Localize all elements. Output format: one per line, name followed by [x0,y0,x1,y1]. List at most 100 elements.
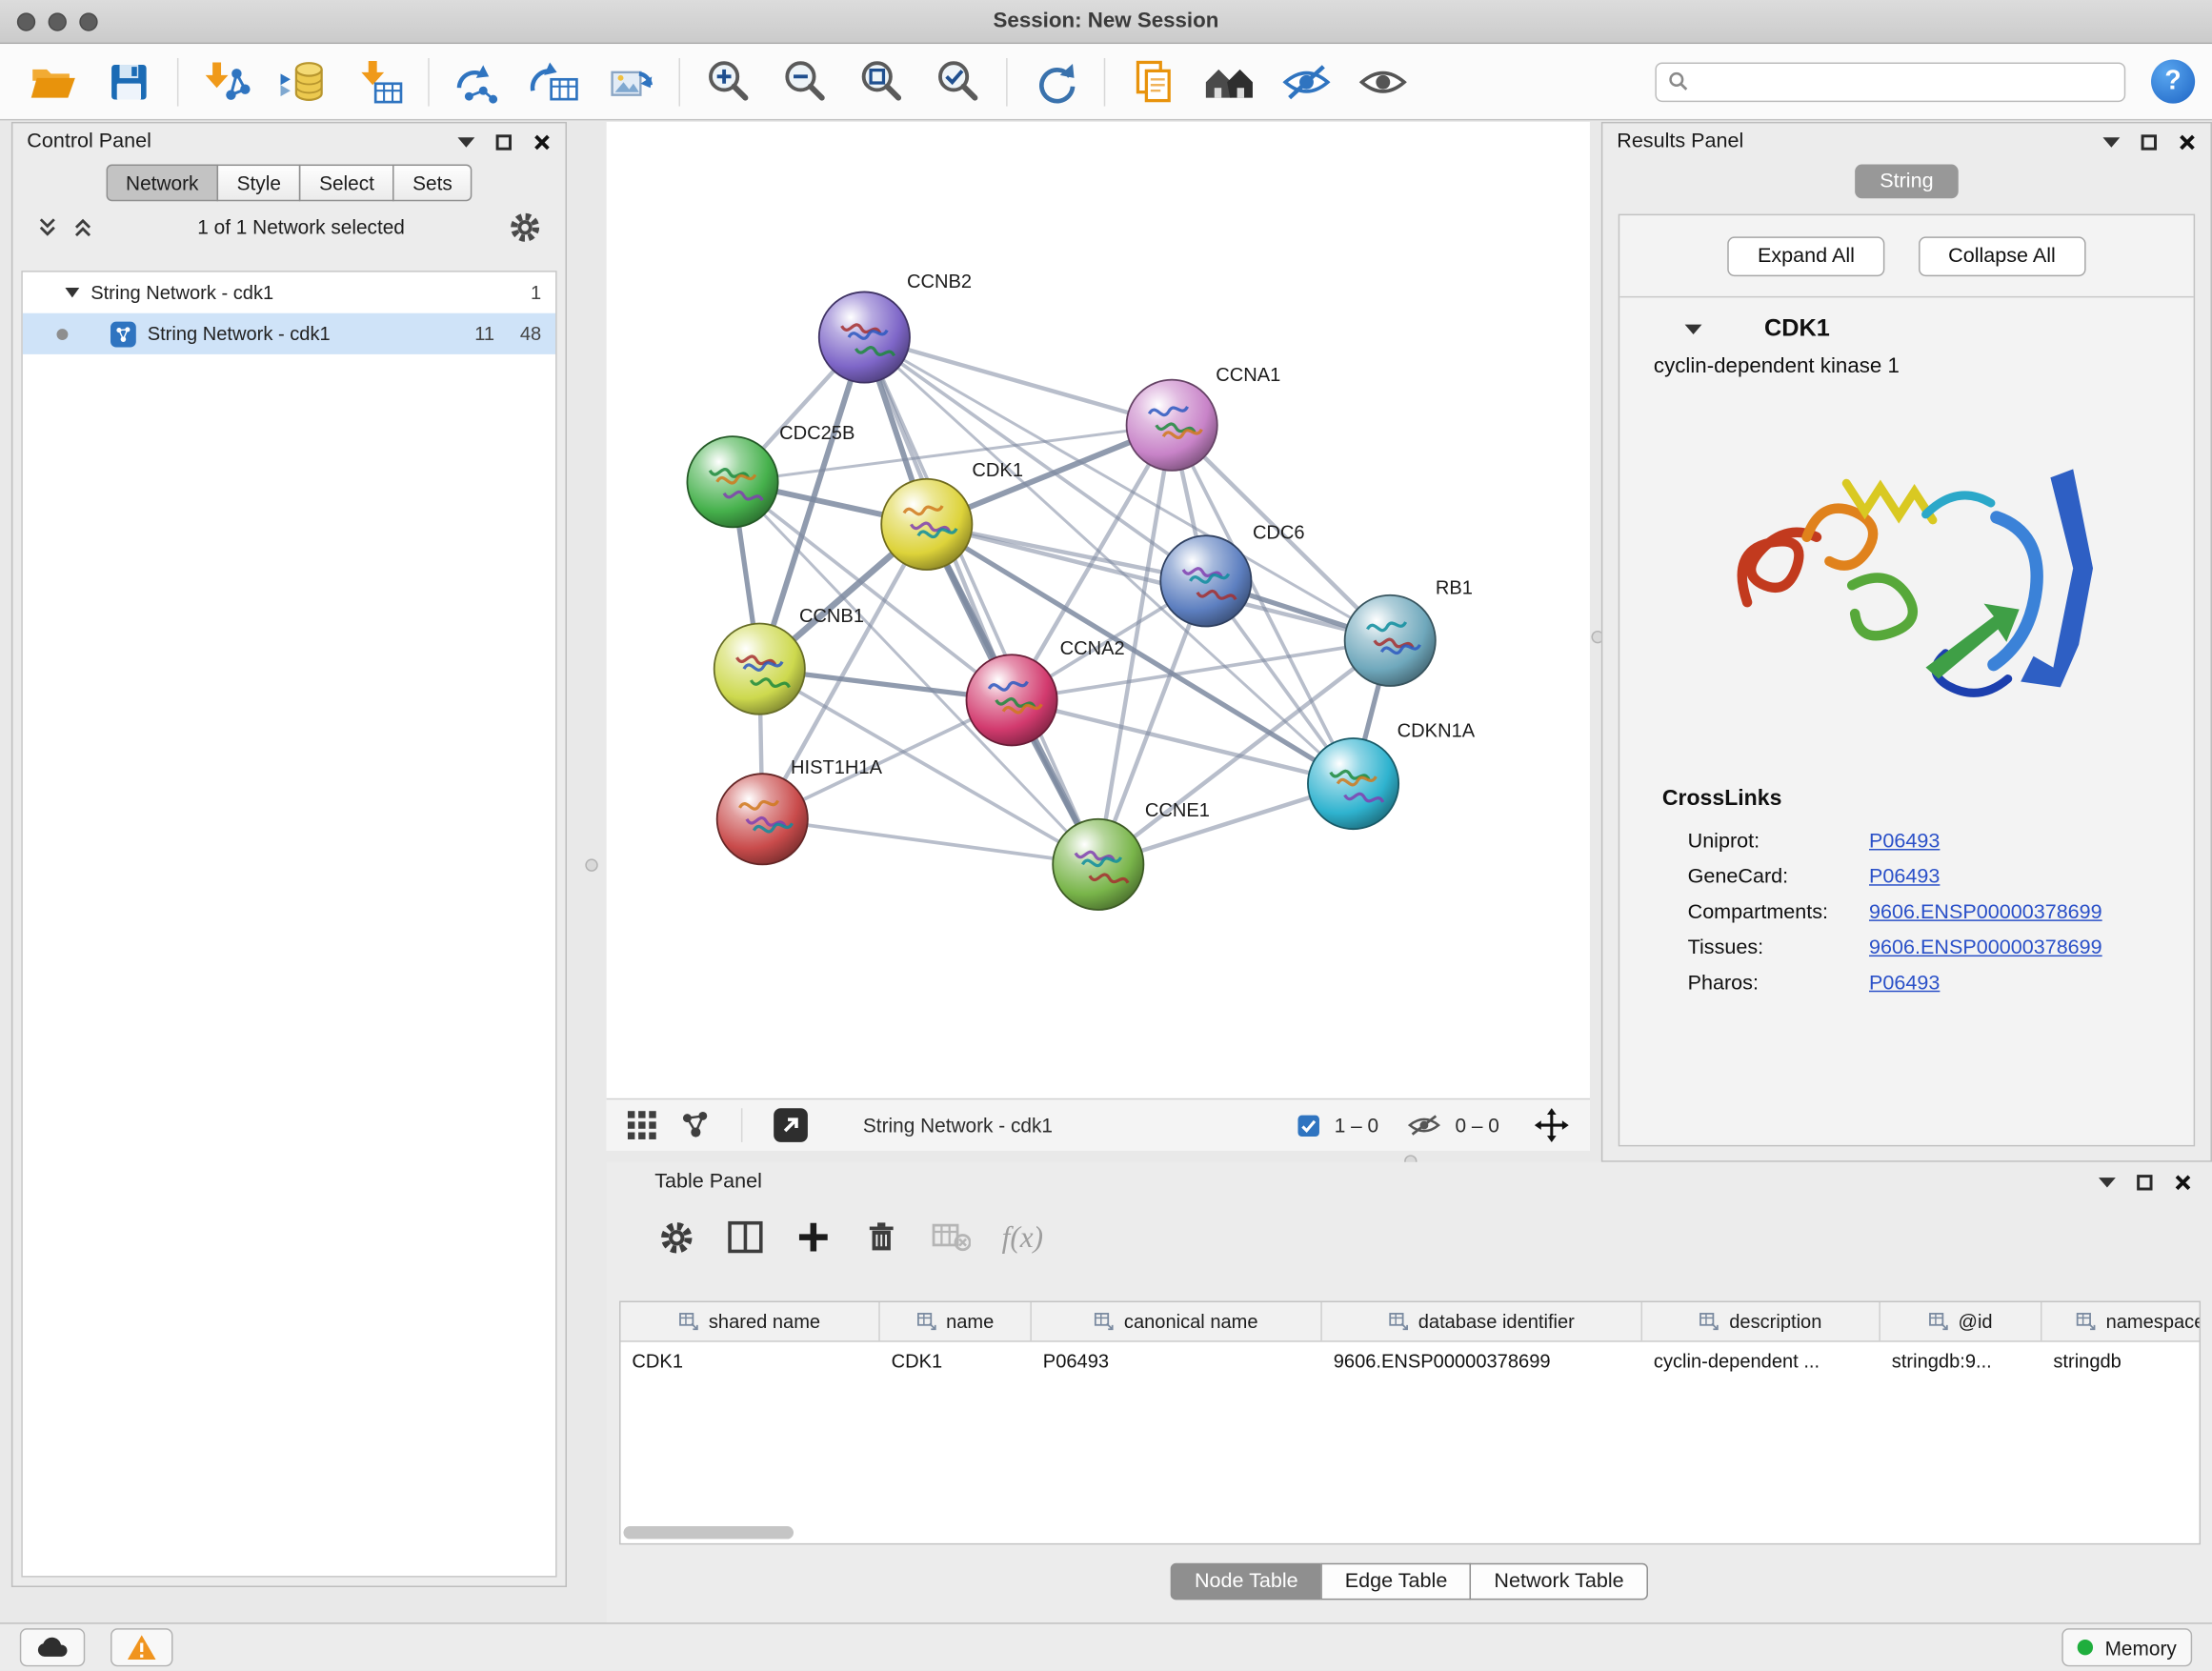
zoom-out-button[interactable] [770,50,840,112]
tab-node-table[interactable]: Node Table [1171,1563,1322,1601]
column-header--id[interactable]: @id [1880,1302,2042,1340]
table-settings-gear-icon[interactable] [657,1218,695,1257]
gear-icon[interactable] [508,209,543,244]
network-node-CCNB1[interactable] [714,624,805,715]
table-cell[interactable]: cyclin-dependent ... [1642,1342,1880,1380]
network-node-CDKN1A[interactable] [1308,738,1398,829]
tab-select[interactable]: Select [299,165,394,202]
entry-collapse-icon[interactable] [1685,324,1702,333]
network-node-CCNB2[interactable] [819,292,910,382]
network-node-CCNA2[interactable] [966,654,1056,745]
tab-style[interactable]: Style [217,165,301,202]
panel-menu-icon[interactable] [457,137,474,147]
crosslink-value-link[interactable]: 9606.ENSP00000378699 [1869,936,2102,958]
column-header-description[interactable]: description [1642,1302,1880,1340]
open-session-button[interactable] [17,50,88,112]
delete-column-icon[interactable] [863,1218,900,1256]
refresh-button[interactable] [1020,50,1091,112]
memory-button[interactable]: Memory [2062,1628,2192,1666]
collapse-all-button[interactable]: Collapse All [1919,236,2085,276]
search-input[interactable] [1698,70,2113,93]
horizontal-scrollbar[interactable] [624,1526,2197,1539]
table-row[interactable]: CDK1CDK1P064939606.ENSP00000378699cyclin… [621,1342,2200,1380]
panel-close-icon[interactable] [533,132,551,151]
network-row[interactable]: String Network - cdk1 1148 [23,313,555,354]
table-cell[interactable]: stringdb [2041,1342,2201,1380]
help-button[interactable]: ? [2151,59,2195,103]
show-all-button[interactable] [1348,50,1418,112]
panel-float-icon[interactable] [2142,134,2157,150]
search-field[interactable] [1655,62,2125,102]
table-cell[interactable]: 9606.ENSP00000378699 [1322,1342,1642,1380]
new-network-from-table-button[interactable] [518,50,589,112]
network-node-CDC25B[interactable] [687,436,777,527]
tab-string[interactable]: String [1854,165,1959,199]
show-columns-icon[interactable] [727,1218,764,1256]
table-cell[interactable]: CDK1 [880,1342,1032,1380]
panel-close-icon[interactable] [2174,1173,2192,1191]
panel-menu-icon[interactable] [2099,1177,2116,1186]
column-header-name[interactable]: name [880,1302,1032,1340]
import-network-file-button[interactable] [191,50,262,112]
title-bar[interactable]: Session: New Session [0,0,2212,44]
export-network-icon[interactable] [773,1107,810,1144]
crosslink-value-link[interactable]: P06493 [1869,972,1940,995]
pan-crosshair-icon[interactable] [1533,1107,1570,1144]
table-cell[interactable]: P06493 [1032,1342,1322,1380]
panel-float-icon[interactable] [2137,1174,2152,1189]
left-splitter-handle[interactable] [585,858,597,871]
export-image-button[interactable] [595,50,666,112]
tab-edge-table[interactable]: Edge Table [1320,1563,1471,1601]
network-home-button[interactable] [1195,50,1265,112]
zoom-selected-button[interactable] [922,50,993,112]
panel-close-icon[interactable] [2178,132,2196,151]
birdseye-view-icon[interactable] [680,1110,712,1141]
crosslink-value-link[interactable]: P06493 [1869,865,1940,888]
selected-checkbox-icon[interactable] [1297,1113,1320,1137]
expand-all-icon[interactable] [70,214,94,238]
crosslink-value-link[interactable]: P06493 [1869,830,1940,853]
network-node-CDK1[interactable] [881,479,972,570]
crosslink-value-link[interactable]: 9606.ENSP00000378699 [1869,900,2102,923]
node-label-CDK1: CDK1 [972,460,1023,481]
network-node-HIST1H1A[interactable] [717,774,808,864]
column-header-shared-name[interactable]: shared name [621,1302,880,1340]
cloud-status-button[interactable] [20,1628,85,1666]
hide-selected-button[interactable] [1271,50,1341,112]
add-column-icon[interactable] [794,1218,832,1256]
hidden-eye-icon[interactable] [1407,1113,1441,1138]
grid-view-icon[interactable] [626,1110,657,1141]
column-header-namespace[interactable]: namespace [2041,1302,2201,1340]
tab-sets[interactable]: Sets [392,165,472,202]
network-view[interactable]: CCNB2CCNA1CDC25BCDK1CDC6RB1CCNB1CCNA2CDK… [607,122,1590,1151]
eye-slash-icon [1279,56,1334,108]
warnings-button[interactable] [111,1628,172,1666]
new-network-button[interactable] [442,50,513,112]
network-node-CDC6[interactable] [1160,535,1251,626]
panel-float-icon[interactable] [496,134,512,150]
network-node-RB1[interactable] [1345,595,1436,686]
network-collection-row[interactable]: String Network - cdk1 1 [23,272,555,313]
window-title: Session: New Session [0,0,2212,43]
network-node-CCNE1[interactable] [1053,819,1143,910]
zoom-fit-button[interactable] [846,50,916,112]
scrollbar-thumb[interactable] [624,1526,794,1539]
network-canvas[interactable]: CCNB2CCNA1CDC25BCDK1CDC6RB1CCNB1CCNA2CDK… [607,122,1590,1098]
tab-network[interactable]: Network [106,165,218,202]
collapse-all-icon[interactable] [35,214,59,238]
current-network-dot-icon [57,328,69,339]
tree-expand-icon[interactable] [65,288,79,297]
table-cell[interactable]: CDK1 [621,1342,880,1380]
save-session-button[interactable] [93,50,164,112]
column-header-database-identifier[interactable]: database identifier [1322,1302,1642,1340]
column-header-canonical-name[interactable]: canonical name [1032,1302,1322,1340]
copy-document-button[interactable] [1118,50,1189,112]
expand-all-button[interactable]: Expand All [1728,236,1884,276]
panel-menu-icon[interactable] [2102,137,2120,147]
network-node-CCNA1[interactable] [1127,380,1217,471]
tab-network-table[interactable]: Network Table [1470,1563,1648,1601]
import-network-database-button[interactable] [268,50,338,112]
zoom-in-button[interactable] [693,50,763,112]
table-cell[interactable]: stringdb:9... [1880,1342,2042,1380]
import-table-button[interactable] [344,50,414,112]
